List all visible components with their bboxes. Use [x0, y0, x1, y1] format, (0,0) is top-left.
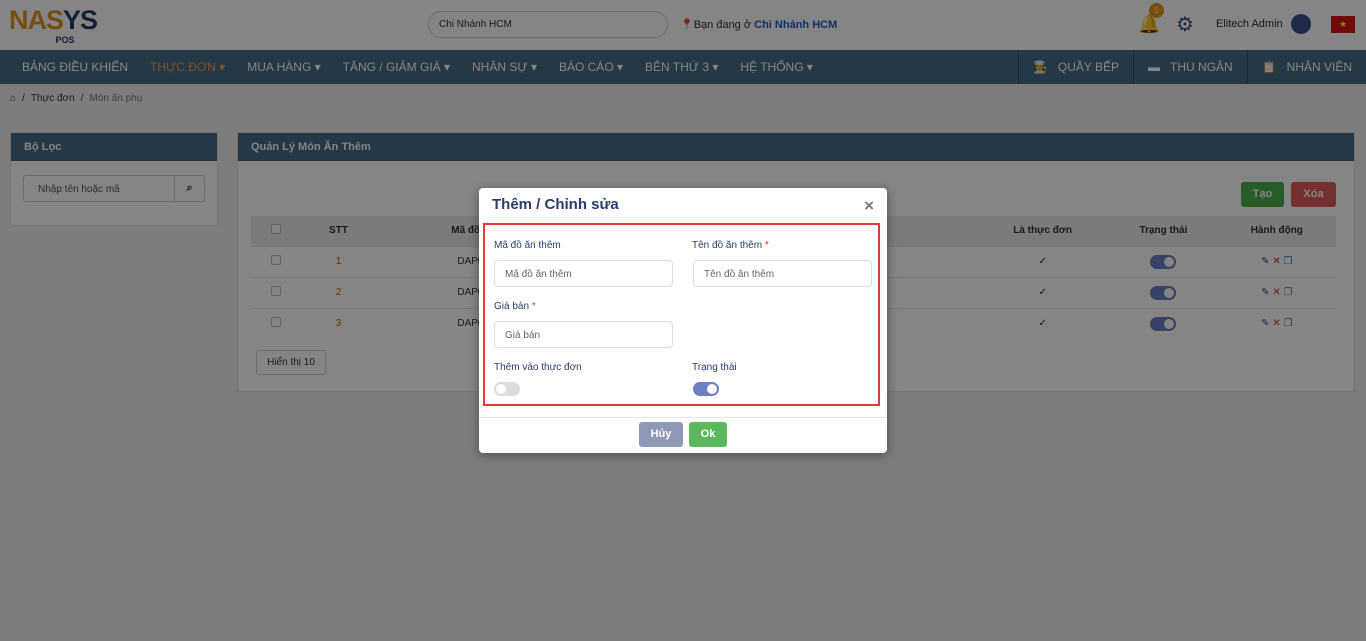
- add-menu-toggle[interactable]: [494, 382, 520, 396]
- code-input[interactable]: Mã đồ ăn thêm: [494, 260, 673, 287]
- price-input[interactable]: Giá bán: [494, 321, 673, 348]
- modal-title: Thêm / Chỉnh sửa: [492, 196, 619, 213]
- edit-modal: Thêm / Chỉnh sửa × Mã đồ ăn thêm Mã đồ ă…: [479, 188, 887, 453]
- modal-footer-divider: [479, 417, 887, 418]
- cancel-button[interactable]: Hủy: [639, 422, 683, 447]
- name-label: Tên đồ ăn thêm *: [692, 240, 769, 251]
- status-toggle[interactable]: [693, 382, 719, 396]
- add-menu-label: Thêm vào thực đơn: [494, 362, 582, 373]
- status-label: Trạng thái: [692, 362, 737, 373]
- close-icon[interactable]: ×: [864, 196, 874, 216]
- price-label: Giá bán *: [494, 301, 536, 312]
- code-label: Mã đồ ăn thêm: [494, 240, 561, 251]
- name-input[interactable]: Tên đồ ăn thêm: [693, 260, 872, 287]
- ok-button[interactable]: Ok: [689, 422, 727, 447]
